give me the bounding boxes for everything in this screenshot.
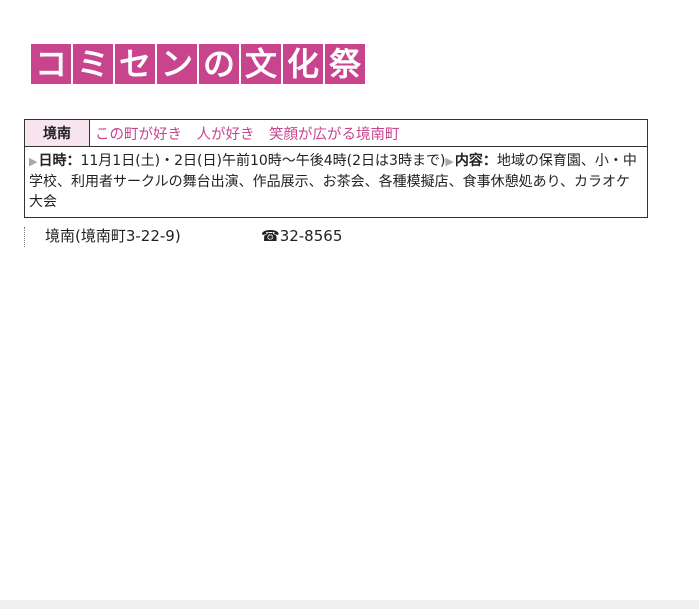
phone-icon: ☎ bbox=[261, 227, 280, 245]
date-value: 11月1日(土)・2日(日)午前10時〜午後4時(2日は3時まで) bbox=[80, 153, 446, 169]
bottom-scroll-bar bbox=[0, 600, 699, 609]
date-label: 日時： bbox=[38, 153, 81, 169]
title-char: 祭 bbox=[325, 44, 365, 84]
catchphrase: この町が好き 人が好き 笑顔が広がる境南町 bbox=[95, 126, 400, 143]
venue-address: 境南(境南町3-22-9) bbox=[45, 227, 181, 245]
title-char: 文 bbox=[241, 44, 281, 84]
title-char: ミ bbox=[73, 44, 113, 84]
phone-value: 32-8565 bbox=[279, 227, 343, 245]
title-char: 化 bbox=[283, 44, 323, 84]
title-char: ン bbox=[157, 44, 197, 84]
area-label: 境南 bbox=[25, 120, 90, 146]
phone-number: ☎32-8565 bbox=[261, 227, 342, 245]
page-title: コ ミ セ ン の 文 化 祭 bbox=[31, 44, 365, 84]
arrow-icon: ▶ bbox=[29, 155, 38, 168]
title-char: の bbox=[199, 44, 239, 84]
arrow-icon: ▶ bbox=[445, 155, 454, 168]
event-details: ▶日時：11月1日(土)・2日(日)午前10時〜午後4時(2日は3時まで)▶内容… bbox=[25, 147, 647, 217]
event-header: 境南 この町が好き 人が好き 笑顔が広がる境南町 bbox=[25, 120, 647, 147]
venue-info: 境南(境南町3-22-9) ☎32-8565 bbox=[24, 227, 342, 247]
event-info-box: 境南 この町が好き 人が好き 笑顔が広がる境南町 ▶日時：11月1日(土)・2日… bbox=[24, 119, 648, 218]
content-label: 内容： bbox=[454, 153, 497, 169]
title-char: コ bbox=[31, 44, 71, 84]
title-char: セ bbox=[115, 44, 155, 84]
